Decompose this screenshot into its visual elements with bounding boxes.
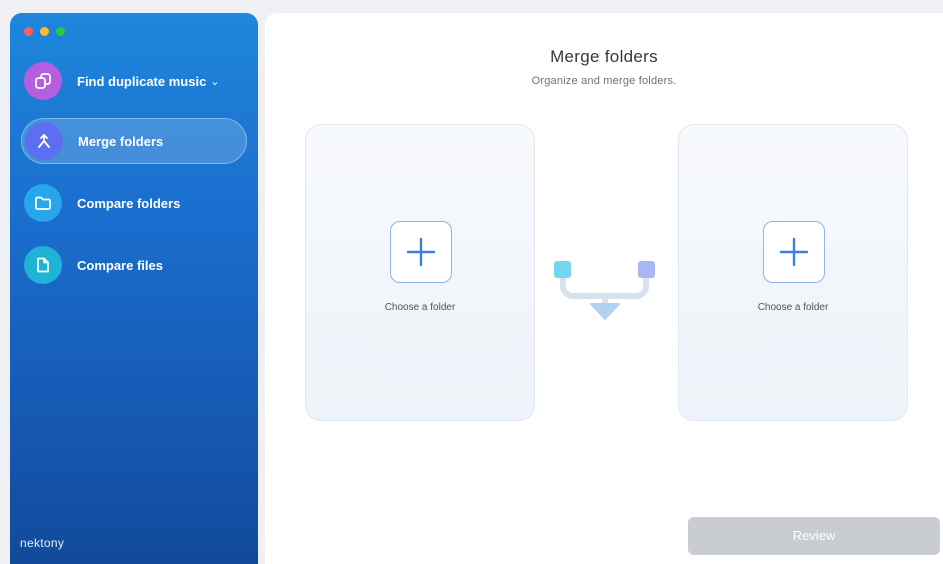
window-controls: [24, 27, 65, 36]
page-title: Merge folders: [550, 47, 658, 66]
file-icon: [24, 246, 62, 284]
sidebar: Find duplicate music ⌄ Merge folders Com…: [10, 13, 258, 564]
close-window-button[interactable]: [24, 27, 33, 36]
sidebar-item-label: Compare files: [77, 257, 163, 273]
brand-logo: nektony: [20, 536, 65, 550]
duplicate-icon: [24, 62, 62, 100]
sidebar-item-label: Compare folders: [77, 195, 181, 211]
plus-icon: [779, 237, 809, 267]
folder-icon: [24, 184, 62, 222]
page-subtitle: Organize and merge folders.: [531, 75, 677, 87]
sidebar-item-compare-files[interactable]: Compare files: [21, 242, 247, 288]
sidebar-item-compare-folders[interactable]: Compare folders: [21, 180, 247, 226]
merge-arrow-icon: [554, 261, 655, 320]
choose-folder-label: Choose a folder: [384, 302, 456, 313]
choose-left-folder-button[interactable]: [390, 221, 452, 283]
sidebar-item-label: Find duplicate music: [77, 73, 207, 89]
merge-icon: [25, 122, 63, 160]
review-button[interactable]: Review: [688, 517, 940, 555]
sidebar-item-find-duplicate-music[interactable]: Find duplicate music ⌄: [21, 58, 247, 104]
right-folder-card[interactable]: Choose a folder: [678, 124, 908, 421]
left-folder-card[interactable]: Choose a folder: [305, 124, 535, 421]
minimize-window-button[interactable]: [40, 27, 49, 36]
choose-right-folder-button[interactable]: [763, 221, 825, 283]
main-panel: Merge folders Organize and merge folders…: [265, 13, 943, 564]
zoom-window-button[interactable]: [56, 27, 65, 36]
chevron-down-icon[interactable]: ⌄: [210, 75, 219, 88]
choose-folder-label: Choose a folder: [757, 302, 829, 313]
sidebar-item-merge-folders[interactable]: Merge folders: [21, 118, 247, 164]
plus-icon: [406, 237, 436, 267]
sidebar-item-label: Merge folders: [78, 133, 164, 149]
